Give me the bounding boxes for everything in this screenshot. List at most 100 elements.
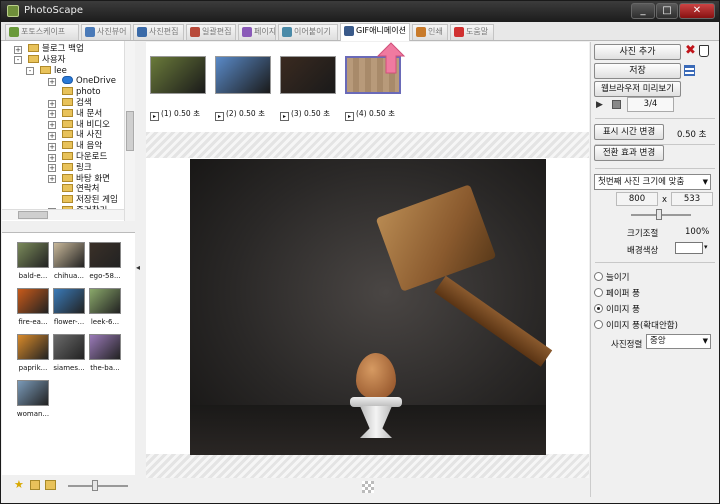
tab-help[interactable]: 도움말 [450,24,494,40]
tree-node[interactable]: 내 비디오 [62,119,110,131]
thumbnail-image[interactable] [89,334,121,360]
tree-node[interactable]: 저장된 게임 [62,195,118,206]
tab-combine[interactable]: 이어붙이기 [278,24,338,40]
play-icon[interactable]: ▶ [596,100,603,110]
save-button[interactable]: 저장 [594,63,681,79]
thumbnail-image[interactable] [17,242,49,268]
tab-print[interactable]: 인쇄 [412,24,448,40]
tree-node[interactable]: 연락처 [62,184,99,195]
frame-play-icon[interactable]: ▸ [345,112,354,121]
minimize-button[interactable]: _ [631,3,655,19]
panel-collapse-handle[interactable]: ◂ [136,263,142,277]
radio-image-no-zoom-label[interactable]: 이미지 풍(확대안함) [606,319,678,331]
tree-node[interactable]: photo [62,87,101,98]
close-button[interactable]: ✕ [679,3,715,19]
batch-icon [190,27,200,37]
maximize-button[interactable]: □ [656,3,678,19]
thumbnail-image[interactable] [53,334,85,360]
tab-viewer[interactable]: 사진뷰어 [81,24,131,40]
tree-node[interactable]: 내 음악 [62,141,102,152]
thumbnail-size-slider[interactable] [68,485,128,487]
list-icon[interactable] [684,65,695,76]
thumbnail-image[interactable] [89,242,121,268]
folder-icon [40,65,51,74]
thumbnail-image[interactable] [89,288,121,314]
tree-node[interactable]: 검색 [62,98,92,109]
tree-expander[interactable]: - [14,56,22,65]
browser-preview-button[interactable]: 웹브라우저 미리보기 [594,81,681,97]
tree-expander[interactable]: + [48,110,56,119]
color-dropdown-icon[interactable]: ▾ [704,243,708,251]
thumbnail-image[interactable] [17,380,49,406]
tree-node[interactable]: 내 문서 [62,108,102,120]
chevron-down-icon[interactable]: ▼ [703,175,708,189]
frame-play-icon[interactable]: ▸ [280,112,289,121]
frame-play-icon[interactable]: ▸ [150,112,159,121]
animation-frame[interactable] [150,56,206,94]
tree-expander[interactable]: + [48,121,56,130]
tree-expander[interactable]: + [48,142,56,151]
size-mode-select[interactable]: 첫번째 사진 크기에 맞춤 ▼ [594,174,711,190]
tree-node[interactable]: lee [40,65,67,77]
folder-add-icon[interactable] [30,480,40,490]
delete-x-icon[interactable]: ✖ [685,44,696,58]
tree-node[interactable]: OneDrive [62,76,116,87]
tab-batch[interactable]: 일괄편집 [186,24,236,40]
radio-image[interactable] [594,304,603,313]
folder-icon [62,119,73,128]
pink-arrow-annotation [376,42,406,74]
tree-node[interactable]: 사용자 [28,54,65,66]
tree-hscroll-thumb[interactable] [18,211,48,219]
tab-gif[interactable]: GIF애니메이션 [340,23,410,41]
animation-frame[interactable] [215,56,271,94]
tree-expander[interactable]: - [26,67,34,76]
animation-frame[interactable] [280,56,336,94]
radio-stretch[interactable] [594,272,603,281]
tree-node[interactable]: 링크 [62,162,92,174]
height-field[interactable]: 533 [671,192,713,206]
tree-expander[interactable]: + [48,77,56,86]
home-icon [9,27,19,37]
thumbnail-image[interactable] [53,288,85,314]
tree-scroll-thumb[interactable] [126,111,134,151]
frame-time: ▸ (2) 0.50 초 [215,108,265,121]
scale-slider-handle[interactable] [656,209,662,220]
tree-node[interactable]: 블로그 백업 [28,44,84,55]
trash-icon[interactable] [699,45,709,57]
add-photo-button[interactable]: 사진 추가 [594,44,681,60]
radio-stretch-label[interactable]: 늘이기 [606,271,629,283]
tree-expander[interactable]: + [14,45,22,54]
tab-page[interactable]: 페이지 [238,24,276,40]
tree-node[interactable]: 바탕 화면 [62,173,110,185]
tree-expander[interactable]: + [48,175,56,184]
tree-node[interactable]: 다운로드 [62,152,107,163]
change-time-button[interactable]: 표시 시간 변경 [594,124,664,140]
radio-paper[interactable] [594,288,603,297]
thumbnail-image[interactable] [17,288,49,314]
change-effect-button[interactable]: 전환 효과 변경 [594,145,664,161]
width-field[interactable]: 800 [616,192,658,206]
tab-home[interactable]: 포토스케이프 [5,24,79,40]
tab-editor[interactable]: 사진편집 [133,24,184,40]
tree-horizontal-scrollbar[interactable] [2,209,124,220]
tree-expander[interactable]: + [48,164,56,173]
radio-image-no-zoom[interactable] [594,320,603,329]
chevron-down-icon[interactable]: ▼ [703,335,708,348]
radio-image-label[interactable]: 이미지 풍 [606,303,640,315]
tree-expander[interactable]: + [48,99,56,108]
frame-play-icon[interactable]: ▸ [215,112,224,121]
thumbnail-image[interactable] [17,334,49,360]
tree-expander[interactable]: + [48,131,56,140]
align-select[interactable]: 중앙 ▼ [646,334,711,349]
slider-handle[interactable] [92,480,98,491]
scale-label: 크기조절 [627,229,659,239]
tree-vertical-scrollbar[interactable] [124,41,135,221]
stop-icon[interactable] [612,100,621,109]
tree-expander[interactable]: + [48,153,56,162]
thumbnail-image[interactable] [53,242,85,268]
favorite-star-icon[interactable]: ★ [14,479,24,490]
background-color-swatch[interactable] [675,242,703,254]
open-folder-icon[interactable] [45,480,56,490]
tree-node[interactable]: 내 사진 [62,130,102,141]
radio-paper-label[interactable]: 페이퍼 풍 [606,287,640,299]
